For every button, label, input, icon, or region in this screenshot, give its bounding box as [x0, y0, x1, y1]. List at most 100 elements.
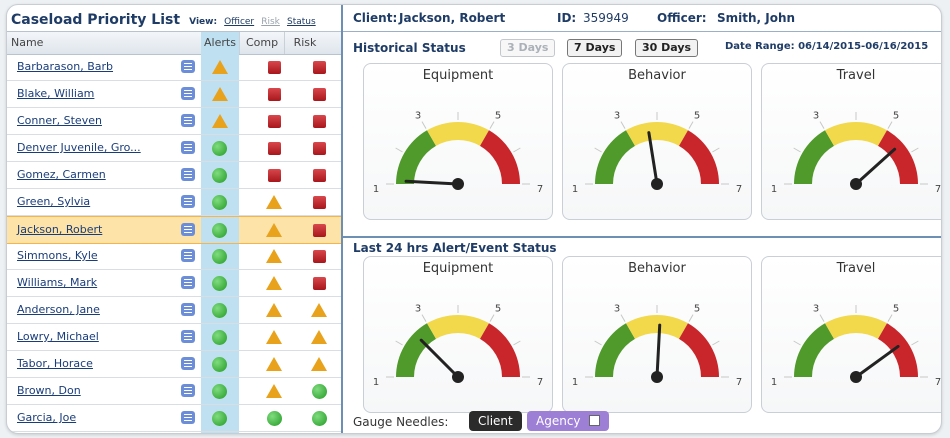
alert-warning-icon — [212, 87, 228, 101]
gauge-yellow-band — [626, 122, 688, 146]
column-header-name[interactable]: Name — [11, 32, 43, 54]
alert-green-icon — [212, 330, 227, 345]
app-frame: Caseload Priority List View: Officer Ris… — [6, 4, 942, 434]
notes-icon[interactable] — [181, 411, 195, 424]
gauge-scale-label: 1 — [771, 377, 777, 388]
client-name-link[interactable]: Tabor, Horace — [17, 351, 93, 377]
gauge-behavior: Behavior 1 3 5 7 — [562, 256, 752, 413]
risk-red-icon — [313, 115, 326, 128]
client-name-link[interactable]: Simmons, Kyle — [17, 243, 98, 269]
client-name-link[interactable]: Brown, Don — [17, 378, 81, 404]
view-status-link[interactable]: Status — [287, 17, 316, 27]
caseload-row[interactable]: Denver Juvenile, Gro... — [7, 135, 341, 162]
client-name-link[interactable]: Garcia, Joe — [17, 405, 76, 431]
gauge-tick — [819, 121, 825, 129]
client-name-link[interactable]: Anderson, Jane — [17, 297, 100, 323]
view-officer-link[interactable]: Officer — [224, 17, 254, 27]
caseload-row[interactable]: Williams, Mark — [7, 270, 341, 297]
alert-green-icon — [212, 303, 227, 318]
notes-icon[interactable] — [181, 223, 195, 236]
gauge-svg: 1 3 5 7 — [771, 304, 941, 388]
agency-checkbox[interactable] — [588, 415, 600, 426]
client-name-link[interactable]: Lowry, Michael — [17, 324, 99, 350]
column-header-alerts[interactable]: Alerts — [201, 32, 239, 54]
gauge-tick — [793, 340, 801, 346]
gauge-tick — [513, 147, 521, 153]
notes-icon[interactable] — [181, 357, 195, 370]
column-header-comp[interactable]: Comp — [239, 32, 284, 54]
notes-icon[interactable] — [181, 168, 195, 181]
gauge-tick — [594, 340, 602, 346]
notes-icon[interactable] — [181, 303, 195, 316]
gauge-red-band — [480, 130, 520, 184]
notes-icon[interactable] — [181, 87, 195, 100]
date-range: Date Range: 06/14/2015-06/16/2015 — [725, 41, 929, 52]
gauge-tick — [421, 121, 427, 129]
risk-red-icon — [313, 277, 326, 290]
gauge-scale-label: 5 — [495, 111, 501, 122]
caseload-row[interactable]: Brown, Don — [7, 378, 341, 405]
gauge-tick — [887, 121, 893, 129]
gauge-red-band — [480, 323, 520, 377]
comp-red-icon — [268, 142, 281, 155]
caseload-row[interactable]: Blake, William — [7, 81, 341, 108]
caseload-row[interactable]: Gomez, Carmen — [7, 162, 341, 189]
client-name-link[interactable]: Williams, Mark — [17, 270, 97, 296]
notes-icon[interactable] — [181, 249, 195, 262]
client-name-link[interactable]: Denver Juvenile, Gro... — [17, 135, 141, 161]
caseload-title: Caseload Priority List — [11, 12, 181, 28]
caseload-row[interactable]: Lowry, Michael — [7, 324, 341, 351]
notes-icon[interactable] — [181, 60, 195, 73]
client-name-link[interactable]: Barbarason, Barb — [17, 54, 113, 80]
gauge-scale-label: 7 — [537, 184, 543, 195]
notes-icon[interactable] — [181, 276, 195, 289]
client-name-link[interactable]: Jackson, Robert — [17, 217, 102, 243]
notes-icon[interactable] — [181, 195, 195, 208]
client-name-link[interactable]: Blake, William — [17, 81, 94, 107]
gauge-tick — [712, 147, 720, 153]
notes-icon[interactable] — [181, 141, 195, 154]
caseload-row[interactable]: Conner, Steven — [7, 108, 341, 135]
gauge-tick — [819, 314, 825, 322]
gauge-scale-label: 1 — [572, 184, 578, 195]
comp-warning-icon — [266, 223, 282, 237]
gauge-red-band — [679, 323, 719, 377]
comp-warning-icon — [266, 276, 282, 290]
risk-green-icon — [312, 384, 327, 399]
risk-red-icon — [313, 169, 326, 182]
gauge-needle-hub — [651, 371, 663, 383]
caseload-row[interactable]: Simmons, Kyle — [7, 243, 341, 270]
comp-red-icon — [268, 115, 281, 128]
gauge-scale-label: 3 — [813, 111, 819, 122]
range-30-days-button[interactable]: 30 Days — [635, 39, 699, 57]
gauge-needle — [854, 147, 897, 186]
caseload-row[interactable]: Tabor, Horace — [7, 351, 341, 378]
client-needle-toggle[interactable]: Client — [469, 411, 522, 431]
gauge-tick — [911, 147, 919, 153]
gauge-travel: Travel 1 3 5 7 — [761, 63, 941, 220]
caseload-row[interactable]: Anderson, Jane — [7, 297, 341, 324]
risk-warning-icon — [311, 303, 327, 317]
caseload-row[interactable]: Green, Sylvia — [7, 189, 341, 216]
caseload-row[interactable]: Barbarason, Barb — [7, 54, 341, 81]
view-risk-link[interactable]: Risk — [261, 17, 280, 27]
client-name-link[interactable]: Gomez, Carmen — [17, 162, 106, 188]
client-name-link[interactable]: Conner, Steven — [17, 108, 102, 134]
client-name-link[interactable]: Green, Sylvia — [17, 189, 90, 215]
caseload-row[interactable]: Garcia, Joe — [7, 405, 341, 432]
range-3-days-button[interactable]: 3 Days — [500, 39, 556, 57]
notes-icon[interactable] — [181, 384, 195, 397]
notes-icon[interactable] — [181, 114, 195, 127]
gauge-svg: 1 3 5 7 — [373, 304, 543, 388]
caseload-column-headers: Name Alerts Comp Risk — [7, 31, 341, 55]
column-header-risk[interactable]: Risk — [284, 32, 325, 54]
notes-icon[interactable] — [181, 330, 195, 343]
caseload-row[interactable]: Jackson, Robert — [7, 216, 341, 244]
range-7-days-button[interactable]: 7 Days — [567, 39, 623, 57]
section-divider — [343, 236, 941, 238]
agency-needle-toggle[interactable]: Agency — [527, 411, 609, 431]
gauge-scale-label: 1 — [373, 184, 379, 195]
gauge-needle — [854, 344, 900, 379]
gauge-tick — [395, 147, 403, 153]
alert-green-icon — [212, 249, 227, 264]
